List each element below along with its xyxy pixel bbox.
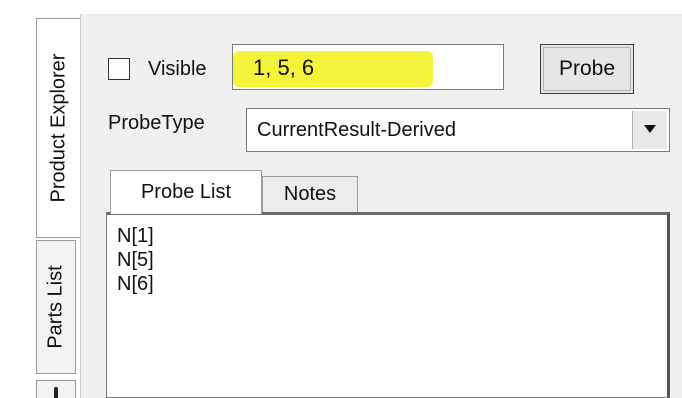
side-tab-third[interactable] — [36, 380, 76, 398]
side-tab-product-explorer[interactable]: Product Explorer — [36, 18, 80, 238]
visible-label: Visible — [148, 57, 207, 80]
list-item[interactable]: N[5] — [117, 249, 154, 271]
probe-button-label: Probe — [558, 57, 616, 80]
visible-row: Visible — [108, 52, 207, 86]
tab-probe-list[interactable]: Probe List — [110, 170, 262, 214]
probe-type-select[interactable]: CurrentResult-Derived — [246, 108, 670, 152]
probe-list-box[interactable]: N[1] N[5] N[6] — [106, 212, 670, 398]
side-tab-parts-list[interactable]: Parts List — [36, 240, 76, 374]
side-tab-label: Parts List — [44, 265, 67, 349]
probe-window: Product Explorer Parts List Visible 1, 5… — [0, 0, 682, 398]
list-item[interactable]: N[6] — [117, 273, 154, 295]
tab-label: Notes — [283, 183, 337, 205]
probe-ids-value: 1, 5, 6 — [253, 55, 315, 80]
list-item[interactable]: N[1] — [117, 225, 154, 247]
side-tab-truncated-label — [54, 387, 58, 398]
side-tab-label: Product Explorer — [47, 53, 69, 203]
chevron-down-icon — [643, 121, 657, 139]
visible-checkbox[interactable] — [108, 58, 130, 80]
tab-notes[interactable]: Notes — [262, 176, 358, 212]
probe-button[interactable]: Probe — [540, 44, 634, 94]
tab-label: Probe List — [140, 181, 232, 203]
probe-ids-input[interactable]: 1, 5, 6 — [232, 44, 504, 90]
probe-type-label: ProbeType — [108, 112, 205, 134]
side-tab-strip: Product Explorer Parts List — [0, 0, 80, 398]
dropdown-button[interactable] — [632, 111, 667, 149]
probe-type-value: CurrentResult-Derived — [257, 119, 456, 141]
